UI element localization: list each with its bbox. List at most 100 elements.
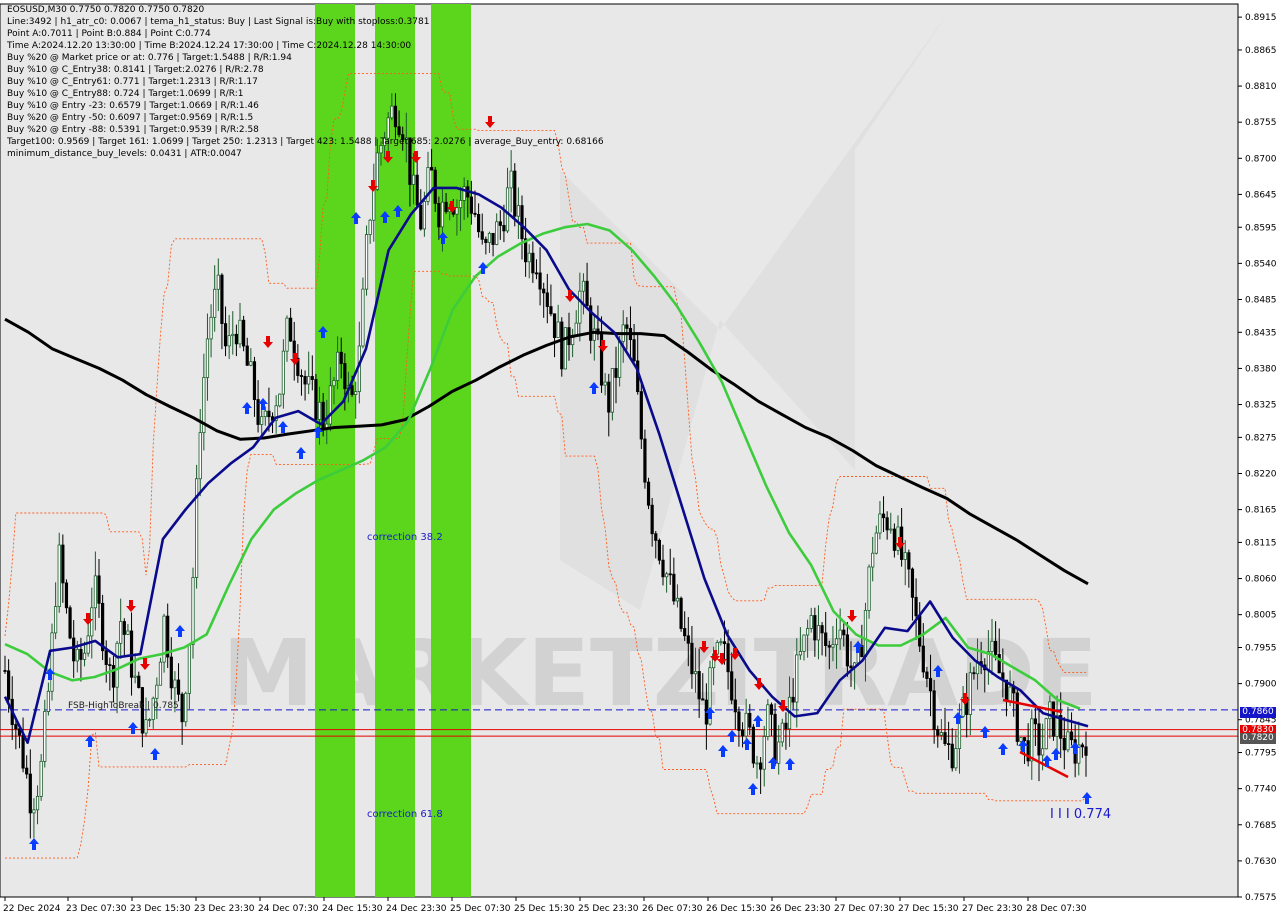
- candle-body: [108, 664, 112, 667]
- candle-body: [885, 517, 889, 531]
- candle-body: [769, 704, 774, 715]
- candle-body: [361, 288, 365, 347]
- candle-body: [223, 323, 228, 347]
- candle-body: [538, 272, 542, 290]
- candle-body: [487, 232, 492, 243]
- time-tick-label: 27 Dec 07:30: [834, 904, 895, 914]
- candle-body: [242, 319, 246, 347]
- candle-body: [722, 641, 727, 645]
- candle-body: [195, 478, 199, 578]
- candle-body: [563, 327, 567, 370]
- candle-body: [162, 615, 166, 663]
- candle-body: [187, 644, 191, 694]
- candle-body: [50, 632, 54, 692]
- candle-body: [925, 671, 929, 679]
- candle-body: [430, 167, 434, 171]
- candle-body: [473, 212, 477, 215]
- candle-body: [184, 692, 188, 723]
- candle-body: [556, 321, 560, 338]
- price-tag-blue: 0.7860: [1240, 707, 1276, 718]
- time-tick-label: 23 Dec 23:30: [194, 904, 255, 914]
- candle-body: [90, 607, 94, 637]
- candle-body: [1069, 731, 1074, 741]
- candle-body: [813, 615, 817, 641]
- candle-body: [1084, 746, 1088, 756]
- candle-body: [213, 288, 217, 318]
- candle-body: [1066, 731, 1070, 751]
- candle-body: [289, 317, 293, 342]
- candle-body: [191, 577, 195, 645]
- price-tick-label: 0.8275: [1245, 433, 1277, 443]
- time-tick-label: 27 Dec 15:30: [898, 904, 959, 914]
- candle-body: [665, 573, 669, 578]
- candle-body: [697, 671, 701, 700]
- candle-body: [755, 762, 759, 765]
- candle-body: [104, 650, 108, 666]
- candle-body: [372, 188, 376, 221]
- price-tick-label: 0.7685: [1245, 821, 1277, 831]
- candle-body: [444, 201, 448, 213]
- candle-body: [14, 724, 18, 730]
- candle-body: [549, 306, 553, 315]
- correction-618-label: correction 61.8: [367, 809, 443, 820]
- candle-body: [54, 606, 58, 634]
- candle-body: [495, 221, 499, 245]
- candle-body: [639, 391, 643, 440]
- candle-body: [614, 368, 618, 378]
- candle-body: [252, 361, 257, 400]
- candle-body: [744, 712, 748, 737]
- candle-body: [336, 351, 340, 381]
- candle-body: [498, 221, 502, 226]
- info-line: Target100: 0.9569 | Target 161: 1.0699 |…: [7, 137, 604, 147]
- candle-body: [650, 504, 654, 535]
- candle-body: [209, 316, 213, 340]
- candle-body: [1030, 718, 1034, 762]
- candle-body: [35, 795, 40, 811]
- candle-body: [831, 644, 835, 648]
- candle-body: [28, 773, 32, 814]
- price-tick-label: 0.8325: [1245, 401, 1277, 411]
- candle-body: [477, 213, 481, 233]
- candle-body: [910, 568, 915, 598]
- candle-body: [733, 699, 737, 713]
- candle-body: [72, 637, 76, 662]
- candle-body: [654, 533, 658, 541]
- time-tick-label: 25 Dec 23:30: [578, 904, 639, 914]
- candle-body: [21, 734, 25, 769]
- candle-body: [762, 736, 766, 770]
- time-tick-label: 23 Dec 15:30: [130, 904, 191, 914]
- candle-body: [278, 393, 282, 407]
- candle-body: [97, 575, 101, 604]
- chart-window: MARKETZITRADE 0.8915 0.8865 0.8810 0.8755 0.8…: [0, 0, 1280, 920]
- info-line: Buy %10 @ C_Entry88: 0.724 | Target:1.06…: [7, 89, 244, 99]
- candle-body: [1008, 686, 1012, 702]
- candle-body: [740, 730, 745, 737]
- info-line: minimum_distance_buy_levels: 0.0431 | AT…: [7, 149, 242, 159]
- info-line: Buy %20 @ Market price or at: 0.776 | Ta…: [7, 53, 292, 63]
- candle-body: [643, 438, 647, 483]
- candle-body: [542, 288, 546, 294]
- candle-body: [881, 513, 886, 519]
- candle-body: [679, 597, 683, 629]
- candle-body: [990, 640, 994, 653]
- price-tick-label: 0.8485: [1245, 295, 1277, 305]
- candle-body: [795, 654, 799, 703]
- time-tick-label: 23 Dec 07:30: [66, 904, 127, 914]
- candle-body: [809, 615, 813, 629]
- candle-body: [860, 645, 864, 657]
- candle-body: [133, 675, 137, 678]
- candle-body: [310, 376, 314, 380]
- candle-body: [918, 615, 922, 647]
- candle-body: [158, 661, 163, 686]
- candle-body: [914, 596, 918, 617]
- candle-body: [672, 573, 676, 602]
- candle-body: [874, 532, 878, 554]
- candle-body: [285, 317, 289, 352]
- candle-body: [79, 648, 83, 660]
- time-tick-label: 28 Dec 07:30: [1026, 904, 1087, 914]
- candle-body: [364, 234, 369, 290]
- time-tick-label: 24 Dec 07:30: [258, 904, 319, 914]
- candle-body: [1019, 737, 1023, 742]
- price-tick-label: 0.8865: [1245, 46, 1277, 56]
- info-line: Point A:0.7011 | Point B:0.884 | Point C…: [7, 29, 211, 39]
